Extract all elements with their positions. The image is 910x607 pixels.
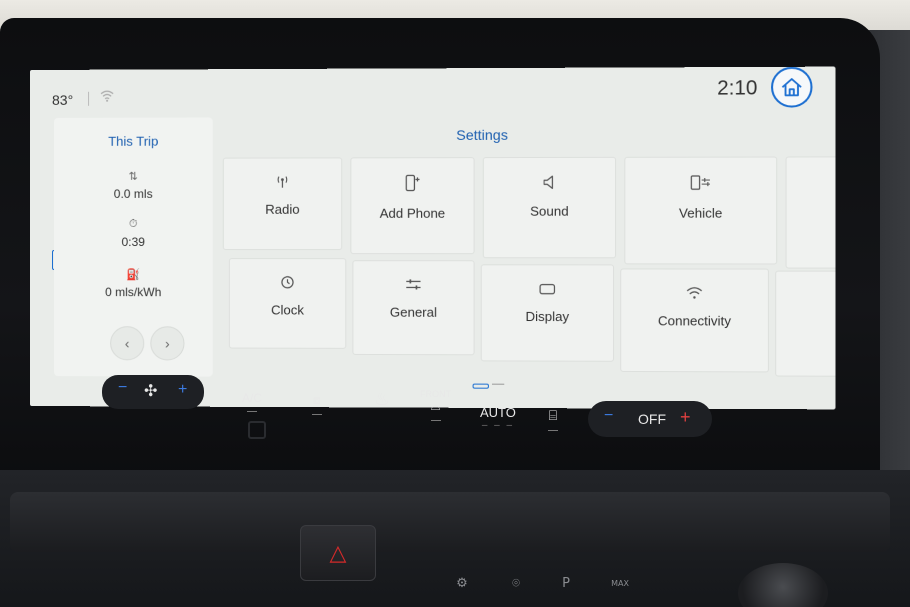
front-defrost-button[interactable]: FRONT ⌓ <box>420 389 451 421</box>
screen-reflection <box>248 421 266 439</box>
rear-defrost-indicator <box>548 430 558 431</box>
display-icon <box>482 281 613 298</box>
recirculation-indicator <box>312 414 322 415</box>
timer-icon: ⏱ <box>128 217 138 230</box>
tile-display-label: Display <box>525 308 570 325</box>
tile-clock[interactable]: Clock <box>228 258 347 349</box>
vent-bar <box>10 492 890 552</box>
fan-decrease-button[interactable]: − <box>118 379 127 397</box>
temp-increase-button[interactable]: + <box>680 407 691 428</box>
tile-vehicle[interactable]: Vehicle <box>624 156 778 265</box>
tile-general[interactable]: General <box>352 260 475 356</box>
max-defrost-hw-button[interactable]: MAX <box>598 566 642 600</box>
traction-icon: ⚙ <box>456 575 468 591</box>
temp-value: OFF <box>638 411 666 427</box>
auto-indicator: – – – <box>481 420 515 431</box>
trip-next-button[interactable]: › <box>150 326 185 361</box>
trip-duration-value: 0:39 <box>121 234 145 250</box>
tile-clock-label: Clock <box>271 302 304 318</box>
tile-connectivity-label: Connectivity <box>657 313 732 329</box>
front-label: FRONT <box>420 389 451 399</box>
tile-vehicle-label: Vehicle <box>678 205 723 221</box>
wifi-status-icon <box>100 90 114 105</box>
tile-partial-next[interactable] <box>785 156 836 269</box>
rear-defrost-button[interactable]: ⌸ <box>548 407 558 431</box>
auto-button[interactable]: AUTO – – – <box>480 405 516 431</box>
fan-control: − ✣ + <box>102 375 204 409</box>
camera-button[interactable]: ⌾ <box>494 566 538 600</box>
auto-label: AUTO <box>480 405 516 420</box>
home-icon <box>780 77 803 97</box>
vehicle-icon <box>625 174 776 196</box>
tile-sound[interactable]: Sound <box>482 156 617 259</box>
recirculation-button[interactable]: ⧈ <box>312 393 322 415</box>
home-button[interactable] <box>771 66 813 108</box>
clock-icon <box>230 275 345 292</box>
tile-add-phone[interactable]: Add Phone <box>350 157 475 255</box>
settings-title: Settings <box>456 126 508 144</box>
park-icon: P <box>562 575 570 591</box>
front-defrost-icon: ⌓ <box>430 399 441 413</box>
hazard-icon: △ <box>329 540 347 565</box>
temp-decrease-button[interactable]: − <box>604 407 613 425</box>
tile-radio[interactable]: Radio <box>222 157 343 251</box>
trip-efficiency-value: 0 mls/kWh <box>105 285 162 300</box>
trip-distance-value: 0.0 mls <box>113 186 153 201</box>
trip-efficiency: ⛽ 0 mls/kWh <box>54 268 213 299</box>
speaker-icon <box>484 174 615 193</box>
distance-icon: ⇅ <box>128 170 138 183</box>
tile-radio-label: Radio <box>265 201 300 217</box>
max-defrost-hw-icon: MAX <box>611 578 629 588</box>
front-defrost-indicator <box>430 420 441 421</box>
tile-connectivity[interactable]: Connectivity <box>620 268 769 373</box>
fuel-icon: ⛽ <box>126 269 141 282</box>
trip-panel: This Trip ⇅ 0.0 mls ⏱ 0:39 ⛽ 0 mls/kWh ‹… <box>53 117 213 377</box>
ac-button[interactable]: A/C <box>242 391 262 412</box>
trip-prev-button[interactable]: ‹ <box>110 326 145 361</box>
infotainment-screen: 83° 2:10 This Trip ⇅ 0.0 mls ⏱ 0:39 ⛽ 0 … <box>30 66 836 410</box>
tile-partial-next-2[interactable] <box>775 270 836 377</box>
sliders-icon <box>353 277 473 294</box>
tile-add-phone-label: Add Phone <box>379 205 446 221</box>
clock-time: 2:10 <box>717 77 758 100</box>
camera-icon: ⌾ <box>512 575 520 591</box>
tile-general-label: General <box>389 304 437 320</box>
temperature-control: − OFF + <box>588 401 712 437</box>
rear-defrost-icon: ⌸ <box>548 407 558 423</box>
trip-duration: ⏱ 0:39 <box>54 218 213 249</box>
phone-icon <box>351 174 473 195</box>
defrost-max-icon: ♨ <box>374 389 391 409</box>
fan-icon: ✣ <box>144 383 158 400</box>
trip-distance: ⇅ 0.0 mls <box>54 170 213 201</box>
recirculation-icon: ⧈ <box>313 393 321 407</box>
ac-label: A/C <box>242 391 263 405</box>
ac-indicator <box>247 411 257 412</box>
max-defrost-button[interactable]: ♨ <box>374 389 390 410</box>
tile-sound-label: Sound <box>530 203 569 219</box>
trip-title: This Trip <box>108 133 159 149</box>
outside-temperature: 83° <box>51 91 74 108</box>
wifi-icon <box>621 286 768 303</box>
park-assist-button[interactable]: P <box>544 566 588 600</box>
status-divider <box>88 91 90 106</box>
status-bar: 83° 2:10 <box>30 66 835 118</box>
traction-button[interactable]: ⚙ <box>440 566 484 600</box>
tile-display[interactable]: Display <box>480 264 615 362</box>
radio-icon <box>224 175 341 192</box>
fan-increase-button[interactable]: + <box>178 381 187 399</box>
climate-bar: − ✣ + A/C ⧈ ♨ FRONT ⌓ AUTO – – – ⌸ − OFF… <box>102 375 742 437</box>
hazard-button[interactable]: △ <box>300 525 376 581</box>
